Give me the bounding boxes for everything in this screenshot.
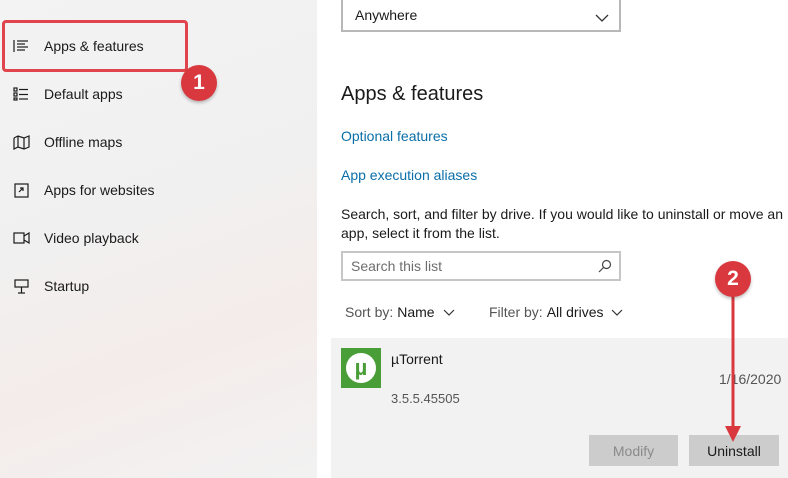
chevron-down-icon xyxy=(443,309,455,316)
app-name: µTorrent xyxy=(391,351,443,367)
step-1-badge: 1 xyxy=(181,65,217,101)
sidebar-item-apps-features[interactable]: Apps & features xyxy=(0,22,317,70)
default-apps-icon xyxy=(12,85,30,103)
sidebar-item-label: Apps for websites xyxy=(44,182,155,198)
search-box xyxy=(341,251,621,281)
sort-value: Name xyxy=(397,304,435,320)
sidebar-item-label: Video playback xyxy=(44,230,139,246)
sidebar-item-label: Offline maps xyxy=(44,134,123,150)
filter-label: Filter by: xyxy=(489,304,543,320)
install-source-dropdown[interactable]: Anywhere xyxy=(341,0,621,32)
open-in-icon xyxy=(12,181,30,199)
utorrent-app-icon: µ xyxy=(341,348,381,388)
app-execution-aliases-link[interactable]: App execution aliases xyxy=(341,167,477,183)
map-icon xyxy=(12,133,30,151)
settings-sidebar: Apps & features Default apps Offline map… xyxy=(0,0,317,478)
filter-dropdown[interactable]: Filter by: All drives xyxy=(489,304,623,320)
sidebar-item-default-apps[interactable]: Default apps xyxy=(0,70,317,118)
search-icon[interactable] xyxy=(598,259,612,278)
page-title: Apps & features xyxy=(341,83,484,105)
sidebar-item-offline-maps[interactable]: Offline maps xyxy=(0,118,317,166)
sidebar-item-startup[interactable]: Startup xyxy=(0,262,317,310)
video-icon xyxy=(12,229,30,247)
annotation-arrow xyxy=(725,280,741,442)
apps-features-icon xyxy=(12,37,30,55)
modify-button[interactable]: Modify xyxy=(589,435,678,466)
optional-features-link[interactable]: Optional features xyxy=(341,128,448,144)
dropdown-value: Anywhere xyxy=(355,7,418,23)
sidebar-item-label: Apps & features xyxy=(44,38,144,54)
sort-dropdown[interactable]: Sort by: Name xyxy=(345,304,455,320)
sidebar-item-label: Default apps xyxy=(44,86,123,102)
sidebar-item-apps-for-websites[interactable]: Apps for websites xyxy=(0,166,317,214)
startup-icon xyxy=(12,277,30,295)
svg-text:µ: µ xyxy=(355,355,368,380)
step-2-badge: 2 xyxy=(715,261,751,297)
sidebar-item-label: Startup xyxy=(44,278,90,294)
description-text: Search, sort, and filter by drive. If yo… xyxy=(341,206,783,241)
search-input[interactable] xyxy=(351,257,591,275)
sidebar-item-video-playback[interactable]: Video playback xyxy=(0,214,317,262)
filter-value: All drives xyxy=(546,304,604,320)
chevron-down-icon xyxy=(595,9,609,27)
app-version: 3.5.5.45505 xyxy=(391,391,460,406)
chevron-down-icon xyxy=(612,309,623,316)
sort-label: Sort by: xyxy=(345,304,394,320)
